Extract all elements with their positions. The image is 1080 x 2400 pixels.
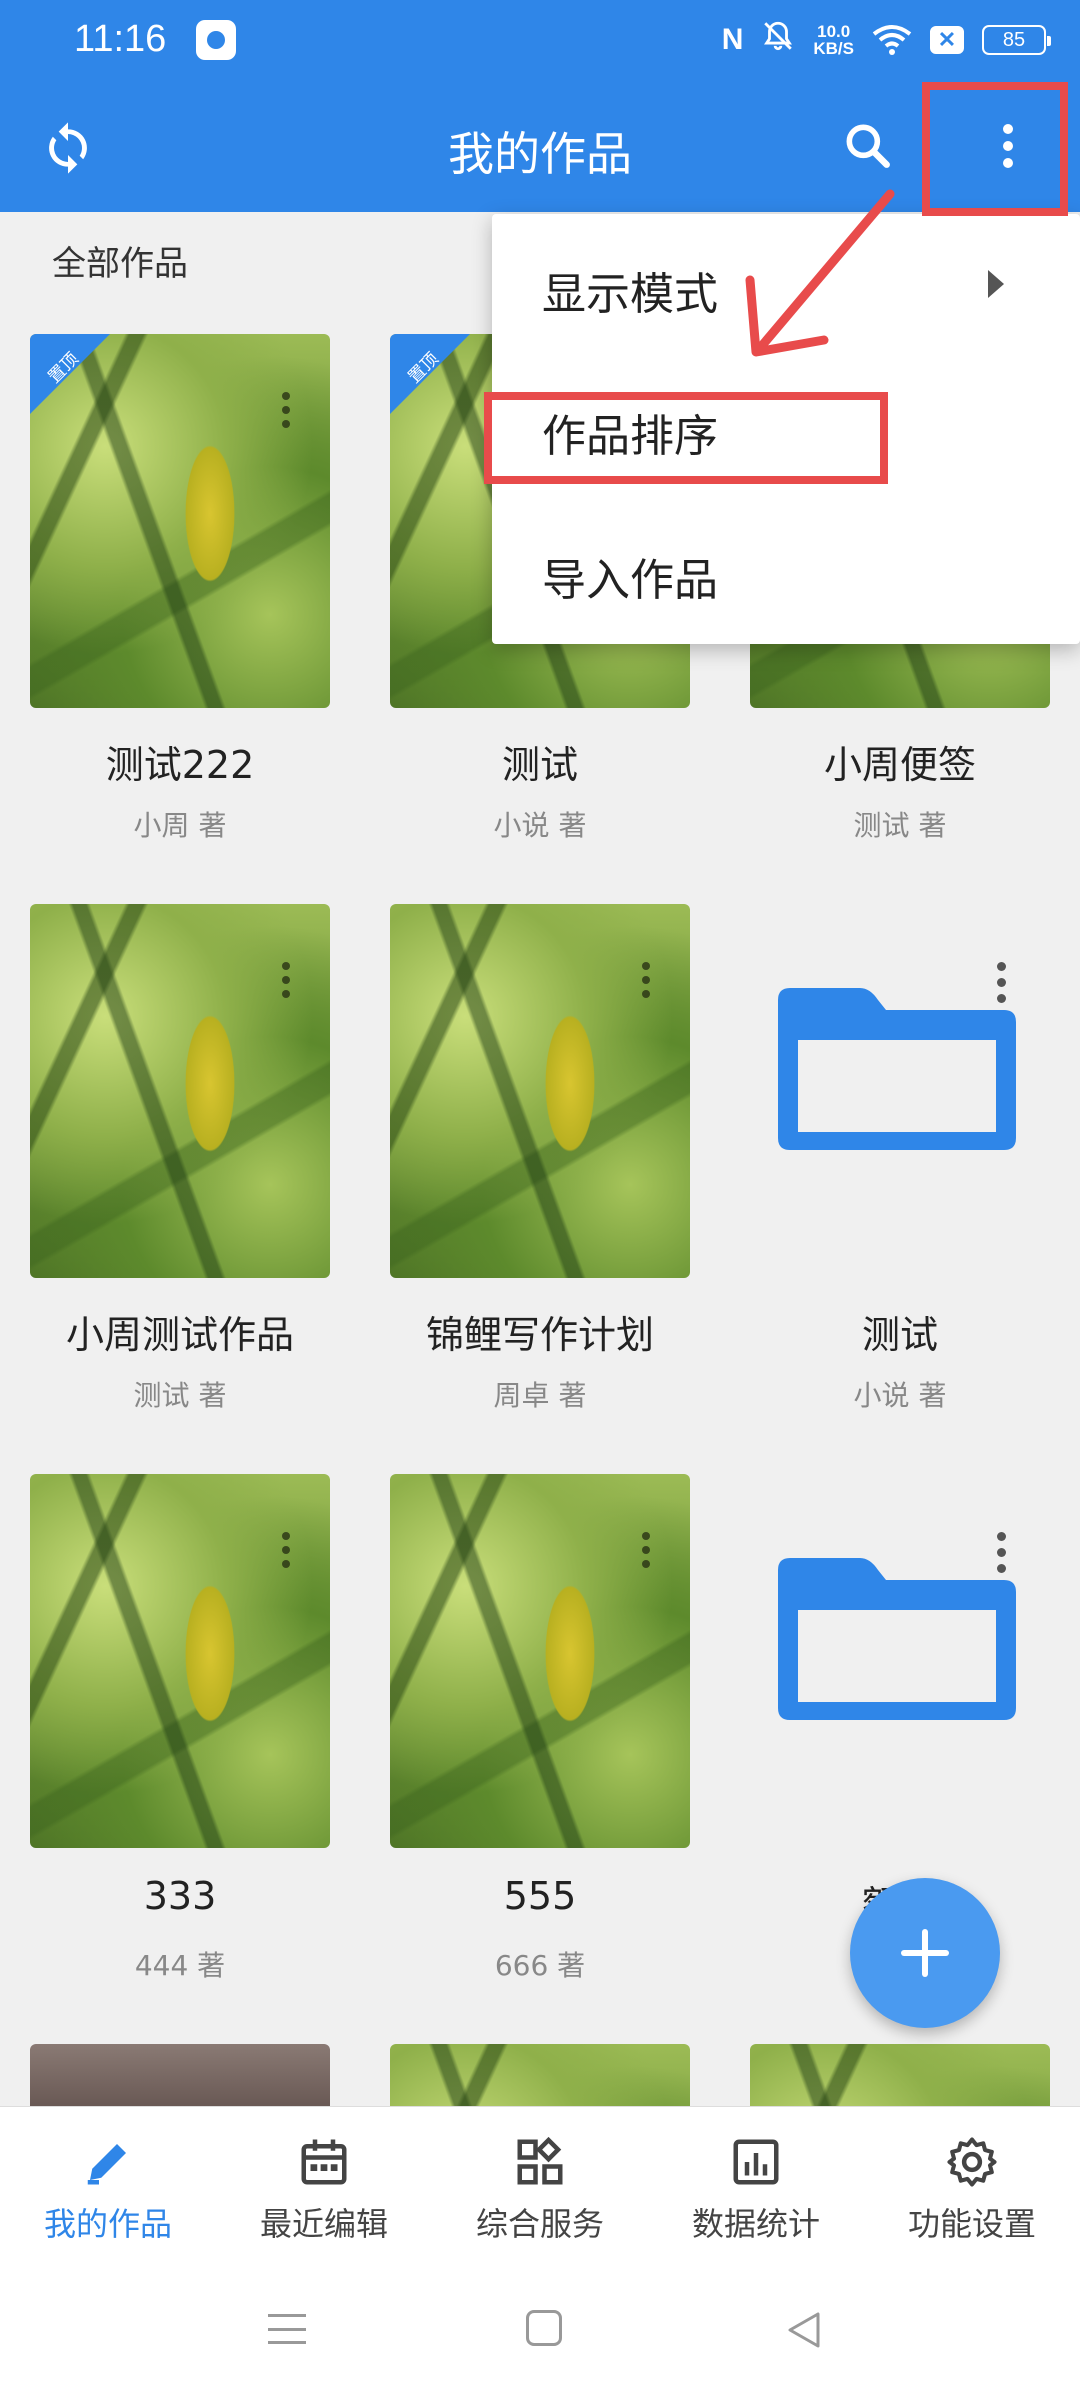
work-cover-image: [390, 2044, 690, 2106]
back-button[interactable]: [784, 2310, 824, 2350]
work-author: 666 著: [494, 1949, 586, 1982]
pencil-icon: [87, 2144, 126, 2185]
search-icon: [846, 124, 890, 168]
status-time: 11:16: [74, 18, 167, 60]
work-title: 555: [503, 1874, 577, 1918]
gear-icon: [947, 2137, 997, 2187]
wifi-icon: [872, 24, 912, 56]
work-card[interactable]: 555 666 著: [390, 1474, 690, 1994]
add-work-button[interactable]: [850, 1878, 1000, 2028]
search-button[interactable]: [840, 118, 896, 174]
card-more-icon[interactable]: [282, 962, 290, 998]
nav-item-services[interactable]: 综合服务: [432, 2107, 648, 2256]
work-title: 小周测试作品: [65, 1313, 294, 1357]
work-author: 小说 著: [493, 809, 587, 842]
mute-bell-icon: [761, 19, 795, 61]
calendar-icon: [301, 2139, 347, 2185]
recent-apps-button[interactable]: [268, 2314, 306, 2344]
bar-chart-icon: [733, 2139, 779, 2185]
work-author: 周卓 著: [493, 1379, 587, 1412]
work-card[interactable]: 锦鲤写作计划周卓 著: [390, 904, 690, 1424]
annotation-arrow-icon: [745, 189, 895, 357]
nav-item-recent-edits[interactable]: 最近编辑: [216, 2107, 432, 2256]
work-card[interactable]: 置顶测试222 小周 著: [30, 334, 330, 854]
work-title: 测试: [861, 1313, 938, 1357]
menu-item-import-works[interactable]: 导入作品: [542, 544, 718, 608]
section-all-works: 全部作品: [52, 244, 188, 284]
work-author: 小说 著: [853, 1379, 947, 1412]
card-more-icon[interactable]: [282, 392, 290, 428]
system-nav-bar: [0, 2256, 1080, 2400]
network-speed: 10.0 KB/S: [813, 23, 854, 57]
work-cover-image: [30, 1474, 330, 1848]
work-author: 444 著: [134, 1949, 226, 1982]
speed-value: 10.0: [817, 22, 851, 41]
folder-card[interactable]: 测试 小说 著: [750, 904, 1050, 1424]
status-icons: N 10.0 KB/S ✕ 85: [721, 16, 1051, 64]
app-notification-icon: [196, 20, 236, 60]
menu-item-display-mode[interactable]: 显示模式: [542, 258, 718, 322]
work-card[interactable]: 小周测试作品测试 著: [30, 904, 330, 1424]
nav-label: 数据统计: [691, 2205, 820, 2243]
work-cover-image: [390, 904, 690, 1278]
folder-icon: [750, 1474, 1050, 1848]
work-cover-image: [30, 904, 330, 1278]
nav-item-statistics[interactable]: 数据统计: [648, 2107, 864, 2256]
card-more-icon[interactable]: [642, 1532, 650, 1568]
card-more-icon[interactable]: [997, 1532, 1006, 1573]
submenu-arrow-icon: [988, 270, 1004, 298]
page-title: 我的作品: [448, 127, 632, 181]
work-title: 测试222: [105, 743, 255, 787]
work-title: 小周便签: [823, 743, 976, 787]
work-author: 小周 著: [133, 809, 227, 842]
work-card[interactable]: [30, 2044, 330, 2106]
work-card[interactable]: [390, 2044, 690, 2106]
home-button[interactable]: [526, 2310, 562, 2346]
plus-icon: [901, 1929, 949, 1977]
nav-label: 最近编辑: [259, 2205, 388, 2243]
work-cover-image: [750, 2044, 1050, 2106]
speed-unit: KB/S: [813, 39, 854, 58]
grid-icon: [517, 2136, 563, 2185]
highlight-sort-item: [484, 392, 888, 484]
work-author: 测试 著: [133, 1379, 227, 1412]
status-bar: 11:16 N 10.0 KB/S ✕ 85: [0, 0, 1080, 80]
bottom-nav: 我的作品 最近编辑 综合服务 数据统计 功能设置: [0, 2106, 1080, 2256]
work-cover-image: [30, 2044, 330, 2106]
work-title: 测试: [501, 743, 578, 787]
work-title: 锦鲤写作计划: [425, 1313, 654, 1357]
work-title: 333: [143, 1874, 217, 1918]
card-more-icon[interactable]: [997, 962, 1006, 1003]
nfc-icon: N: [721, 23, 744, 56]
highlight-more-button: [922, 82, 1068, 216]
nav-item-settings[interactable]: 功能设置: [864, 2107, 1080, 2256]
work-cover-image: [390, 1474, 690, 1848]
folder-icon: [750, 904, 1050, 1278]
card-more-icon[interactable]: [282, 1532, 290, 1568]
battery-icon: 85: [982, 25, 1051, 55]
nav-label: 综合服务: [475, 2205, 604, 2243]
work-card[interactable]: [750, 2044, 1050, 2106]
nav-label: 功能设置: [907, 2205, 1036, 2243]
nav-item-my-works[interactable]: 我的作品: [0, 2107, 216, 2256]
nav-label: 我的作品: [43, 2205, 172, 2243]
work-cover-image: 置顶: [30, 334, 330, 708]
card-more-icon[interactable]: [642, 962, 650, 998]
work-card[interactable]: 333 444 著: [30, 1474, 330, 1994]
battery-level: 85: [1002, 28, 1026, 51]
sim-off-icon: ✕: [930, 26, 964, 54]
work-author: 测试 著: [853, 809, 947, 842]
